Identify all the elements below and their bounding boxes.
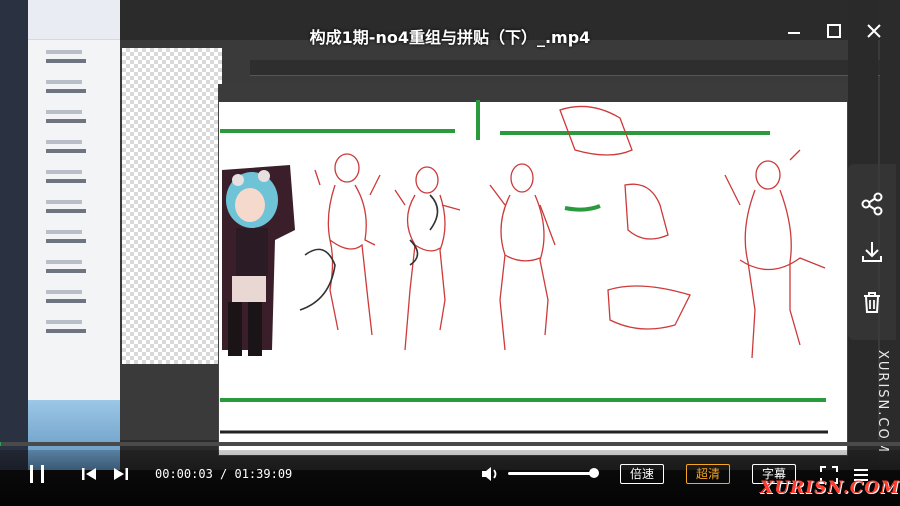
dark-sketch-strokes xyxy=(299,194,439,311)
skip-next-icon xyxy=(114,468,128,480)
minimize-button[interactable] xyxy=(782,20,806,44)
maximize-button[interactable] xyxy=(822,20,846,44)
close-button[interactable] xyxy=(862,20,886,44)
character-illustration xyxy=(222,165,295,356)
pause-icon xyxy=(30,465,44,483)
volume-slider-handle[interactable] xyxy=(589,468,599,478)
brand-watermark: XURISN.COM xyxy=(760,478,900,498)
video-title: 构成1期-no4重组与拼贴（下）_.mp4 xyxy=(309,28,591,47)
volume-slider[interactable] xyxy=(508,472,594,475)
vertical-watermark: XURISN.COM xyxy=(875,350,890,454)
minimize-icon xyxy=(788,32,800,34)
video-player: XURISN.COM 构成1期-no4重组与拼贴（下）_.mp4 00:00:0… xyxy=(0,0,900,506)
volume-icon xyxy=(482,467,497,481)
download-button[interactable] xyxy=(858,238,886,266)
skip-previous-icon xyxy=(82,468,96,480)
maximize-icon xyxy=(827,24,841,38)
green-guide-lines xyxy=(220,100,826,402)
trash-icon xyxy=(864,292,880,313)
play-pause-button[interactable] xyxy=(26,462,48,486)
figure-sketches xyxy=(314,105,826,359)
close-icon xyxy=(867,24,881,38)
video-frame[interactable]: XURISN.COM xyxy=(0,0,900,470)
previous-button[interactable] xyxy=(80,465,98,483)
next-button[interactable] xyxy=(112,465,130,483)
sketch-artwork xyxy=(220,100,828,434)
speed-button[interactable]: 倍速 xyxy=(620,464,664,484)
share-button[interactable] xyxy=(858,190,886,218)
side-action-panel xyxy=(848,164,896,340)
volume-button[interactable] xyxy=(480,464,500,484)
delete-button[interactable] xyxy=(858,288,886,316)
share-icon xyxy=(861,192,883,216)
progress-fill xyxy=(0,442,1,446)
quality-button[interactable]: 超清 xyxy=(686,464,730,484)
progress-bar[interactable] xyxy=(0,442,900,446)
download-icon xyxy=(862,242,882,262)
time-display: 00:00:03 / 01:39:09 xyxy=(155,467,293,481)
